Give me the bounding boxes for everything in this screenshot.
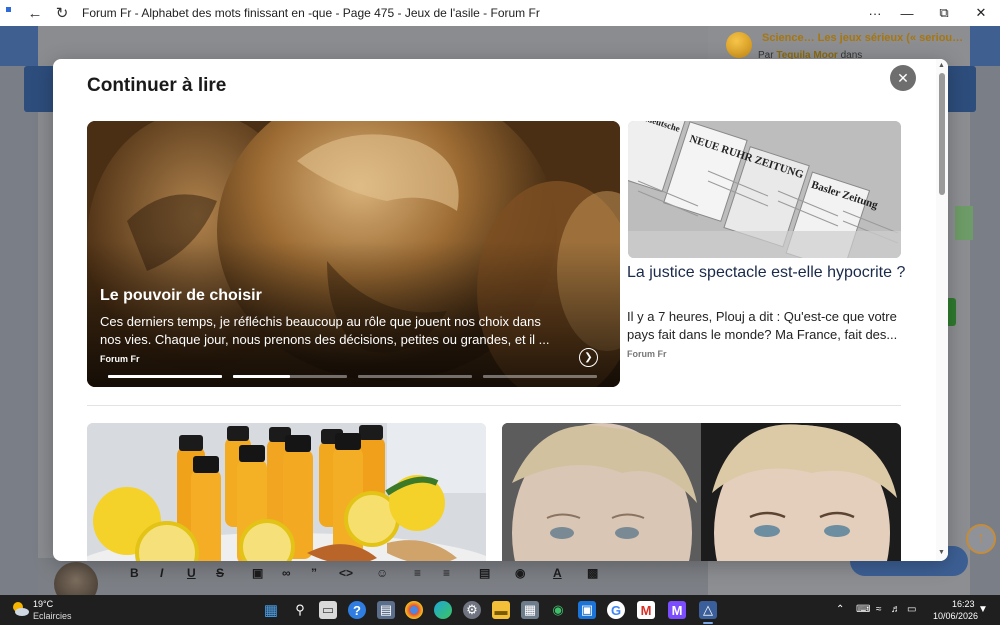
browser-titlebar: ← ↻ Forum Fr - Alphabet des mots finissa…	[0, 0, 1000, 26]
featured-article-card[interactable]: Le pouvoir de choisir Ces derniers temps…	[87, 121, 620, 387]
user-avatar	[54, 562, 98, 595]
code-icon[interactable]: <>	[339, 566, 353, 580]
underline-icon[interactable]: U	[187, 566, 196, 580]
close-icon[interactable]: ✕	[890, 65, 916, 91]
back-arrow-icon[interactable]: ←	[24, 2, 46, 24]
bullet-list-icon[interactable]: ≡	[414, 566, 421, 580]
calculator-icon[interactable]: ▦	[521, 601, 539, 619]
juice-bottles-image	[87, 423, 486, 561]
quote-icon[interactable]: ”	[311, 566, 317, 580]
reload-icon[interactable]: ↻	[51, 2, 73, 24]
browser-page-title: Forum Fr - Alphabet des mots finissant e…	[82, 6, 540, 20]
link-icon[interactable]: ∞	[282, 566, 291, 580]
continue-reading-modal: Continuer à lire ✕ Le pouvoir de choisir…	[53, 59, 948, 561]
weather-condition[interactable]: Eclaircies	[33, 611, 72, 621]
app-window-icon[interactable]: ▤	[377, 601, 395, 619]
carousel-progress-1[interactable]	[108, 375, 222, 378]
more-options-icon[interactable]: ···	[861, 3, 889, 23]
minimize-icon[interactable]: —	[893, 3, 921, 23]
side-article-title[interactable]: La justice spectacle est-elle hypocrite …	[627, 262, 907, 284]
modal-scrollbar-thumb[interactable]	[939, 73, 945, 195]
emoji-icon[interactable]: ☺	[376, 566, 388, 580]
numbered-list-icon[interactable]: ≡	[443, 566, 450, 580]
active-app-indicator	[703, 622, 713, 624]
preview-eye-icon[interactable]: ◉	[515, 566, 525, 580]
clock-time[interactable]: 16:23	[952, 599, 975, 609]
text-color-icon[interactable]: A	[553, 566, 562, 580]
weather-sun-cloud-icon[interactable]	[11, 601, 29, 617]
scroll-down-arrow-icon[interactable]: ▼	[938, 549, 945, 556]
keyboard-icon[interactable]: ⌨	[856, 604, 870, 615]
edge-icon[interactable]	[434, 601, 452, 619]
article-card-faces[interactable]	[502, 423, 901, 561]
sidebar-green-strip	[955, 206, 973, 240]
clock-date[interactable]: 10/06/2026	[933, 611, 978, 621]
modal-title: Continuer à lire	[87, 75, 227, 96]
scroll-up-arrow-icon[interactable]: ▲	[938, 62, 945, 69]
carousel-progress-fill	[108, 375, 222, 378]
close-window-icon[interactable]: ✕	[967, 3, 995, 23]
featured-article-excerpt: Ces derniers temps, je réfléchis beaucou…	[100, 314, 550, 347]
featured-article-source: Forum Fr	[100, 354, 140, 364]
article-card-juice[interactable]	[87, 423, 486, 561]
file-explorer-icon[interactable]: ▬	[492, 601, 510, 619]
store-icon[interactable]: ▣	[578, 601, 596, 619]
italic-icon[interactable]: I	[160, 566, 163, 580]
featured-article-title[interactable]: Le pouvoir de choisir	[100, 287, 262, 305]
notification-bell-icon[interactable]: ▼	[978, 604, 988, 615]
next-arrow-icon[interactable]: ❯	[579, 348, 598, 367]
section-divider	[87, 405, 901, 406]
carousel-progress-fill	[233, 375, 290, 378]
battery-icon[interactable]: ▭	[907, 604, 916, 615]
scroll-to-top-icon[interactable]: ↑	[966, 524, 996, 554]
mail-app-icon[interactable]: M	[668, 601, 686, 619]
insert-page-icon[interactable]: ▤	[479, 566, 490, 580]
active-browser-icon[interactable]: △	[699, 601, 717, 619]
wifi-icon[interactable]: ≈	[876, 604, 882, 615]
task-view-icon[interactable]: ▭	[319, 601, 337, 619]
windows-taskbar: 19°C Eclaircies ▦ ⚲ ▭ ? ▤ ⚙ ▬ ▦ ◉ ▣ G M …	[0, 595, 1000, 625]
volume-icon[interactable]: ♬	[891, 604, 901, 615]
help-icon[interactable]: ?	[348, 601, 366, 619]
topic-avatar	[726, 32, 752, 58]
strikethrough-icon[interactable]: S	[216, 566, 224, 580]
image-icon[interactable]: ▣	[252, 566, 263, 580]
weather-temperature[interactable]: 19°C	[33, 599, 53, 609]
side-article-excerpt: Il y a 7 heures, Plouj a dit : Qu'est-ce…	[627, 309, 898, 342]
gmail-icon[interactable]: M	[637, 601, 655, 619]
faces-image	[502, 423, 901, 561]
google-icon[interactable]: G	[607, 601, 625, 619]
chrome-icon[interactable]	[405, 601, 423, 619]
side-article-source: Forum Fr	[627, 349, 667, 359]
carousel-progress-2[interactable]	[233, 375, 347, 378]
newspapers-image: NEUE RUHR ZEITUNG Westdeutsche Basler Ze…	[628, 121, 901, 258]
search-icon[interactable]: ⚲	[291, 601, 309, 619]
tray-chevron-up-icon[interactable]: ⌃	[836, 604, 844, 615]
app-icon	[6, 7, 11, 12]
bold-icon[interactable]: B	[130, 566, 139, 580]
carousel-progress-3[interactable]	[358, 375, 472, 378]
settings-gear-icon[interactable]: ⚙	[463, 601, 481, 619]
carousel-progress-4[interactable]	[483, 375, 597, 378]
maps-pin-icon[interactable]: ◉	[549, 601, 567, 619]
format-icon[interactable]: ▩	[587, 566, 598, 580]
sidebar-topic-title[interactable]: Science… Les jeux sérieux (« seriou…	[762, 32, 963, 44]
side-article-image[interactable]: NEUE RUHR ZEITUNG Westdeutsche Basler Ze…	[628, 121, 901, 258]
restore-icon[interactable]: ⧉	[930, 3, 958, 23]
windows-start-icon[interactable]: ▦	[262, 601, 280, 619]
